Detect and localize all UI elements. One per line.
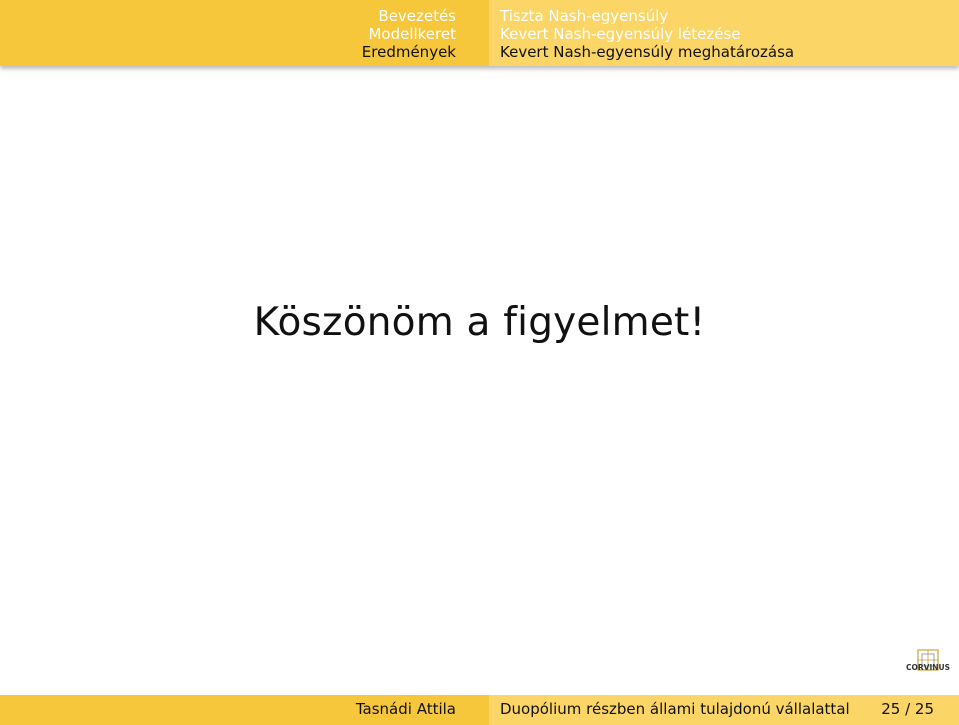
header-bar: Bevezetés Modellkeret Eredmények Tiszta … [0, 0, 959, 66]
nav-subsection-kevert-letezese[interactable]: Kevert Nash-egyensúly létezése [500, 25, 794, 43]
page-title: Köszönöm a figyelmet! [253, 300, 706, 345]
nav-subsection-tiszta[interactable]: Tiszta Nash-egyensúly [500, 7, 794, 25]
corvinus-logo-icon: CORVINUS [906, 648, 950, 684]
subsection-list: Tiszta Nash-egyensúly Kevert Nash-egyens… [500, 7, 794, 61]
slide: Bevezetés Modellkeret Eredmények Tiszta … [0, 0, 959, 725]
logo-text: CORVINUS [906, 663, 950, 672]
nav-section-bevezetes[interactable]: Bevezetés [362, 7, 456, 25]
section-nav: Bevezetés Modellkeret Eredmények [0, 0, 489, 66]
footer-author: Tasnádi Attila [355, 700, 456, 718]
section-list: Bevezetés Modellkeret Eredmények [362, 7, 456, 61]
subsection-nav: Tiszta Nash-egyensúly Kevert Nash-egyens… [489, 0, 959, 66]
page-number: 25 / 25 [881, 700, 934, 718]
footer-title: Duopólium részben állami tulajdonú válla… [500, 700, 850, 718]
footer-author-box: Tasnádi Attila [0, 695, 489, 725]
nav-section-eredmenyek[interactable]: Eredmények [362, 43, 456, 61]
nav-subsection-kevert-meghatarozasa[interactable]: Kevert Nash-egyensúly meghatározása [500, 43, 794, 61]
nav-section-modellkeret[interactable]: Modellkeret [362, 25, 456, 43]
footer-bar: Tasnádi Attila Duopólium részben állami … [0, 695, 959, 725]
